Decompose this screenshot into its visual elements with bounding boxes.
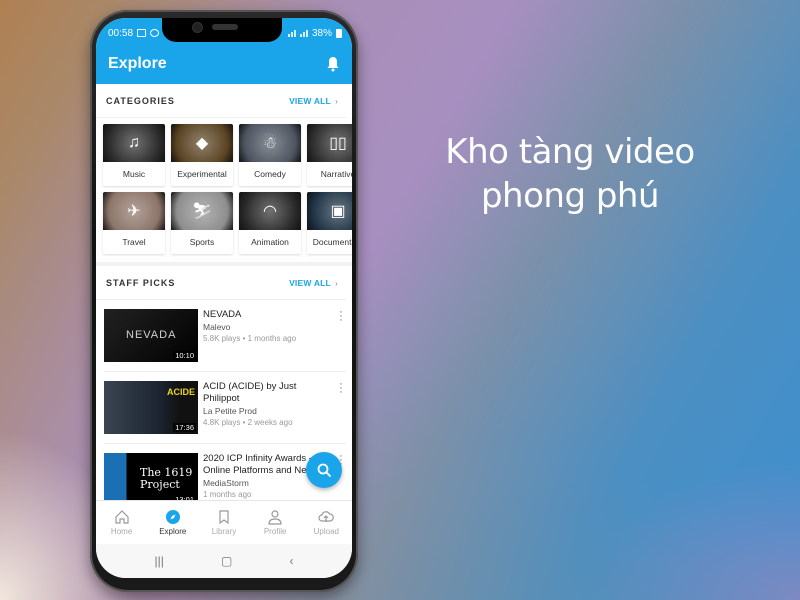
earpiece-icon [212,24,238,30]
bottom-navigation: Home Explore Library Profile Upload [96,500,352,544]
signal-2-icon [299,29,308,37]
category-grid: ♫ Music ◆ Experimental ☃ Comedy ▯▯ Narra… [96,118,352,262]
staff-picks-view-all-link[interactable]: VIEW ALL › [289,278,338,288]
search-fab-button[interactable] [306,452,342,488]
staff-picks-heading: STAFF PICKS [106,277,176,288]
video-author[interactable]: La Petite Prod [203,406,332,416]
nav-tab-home[interactable]: Home [97,509,147,536]
film-camera-icon: ▣ [330,203,346,220]
thumbnail-text: ACIDE [166,387,195,397]
shapes-icon: ◆ [195,135,209,152]
nav-tab-library[interactable]: Library [199,509,249,536]
thumbnail-text: NEVADA [126,329,177,341]
battery-icon [336,28,342,38]
nav-label: Profile [263,527,287,536]
camera-notch [162,18,282,42]
thumbnail-text: The 1619 Project [140,466,193,491]
status-bar: 00:58 38% [96,18,352,48]
upload-icon [318,511,335,522]
video-thumbnail[interactable]: NEVADA 10:10 [104,309,198,362]
profile-icon [268,510,282,525]
video-thumbnail[interactable]: The 1619 Project 13:01 [104,453,198,506]
category-tile[interactable]: ☃ Comedy [239,124,301,186]
video-stats: 1 months ago [203,490,252,499]
category-tile[interactable]: ♫ Music [103,124,165,186]
phone-screen: 00:58 38% Explore CATEGORIES VIEW ALL› [96,18,352,578]
category-tile[interactable]: ▯▯ Narrative [307,124,352,186]
app-notification-icon [150,29,160,37]
nav-label: Home [110,527,133,536]
category-label: Travel [122,237,146,247]
category-label: Documentary [312,237,352,247]
video-thumbnail[interactable]: ACIDE 17:36 [104,381,198,434]
status-time: 00:58 [108,27,134,39]
signal-icon [287,29,296,37]
video-stats: 4.8K plays • 2 weeks ago [203,418,293,427]
explore-icon [165,510,180,524]
video-title[interactable]: NEVADA [203,309,332,321]
category-tile[interactable]: ✈ Travel [103,192,165,254]
categories-heading: CATEGORIES [106,95,175,106]
image-notification-icon [137,29,147,37]
nav-tab-upload[interactable]: Upload [301,509,351,536]
more-options-icon[interactable]: ··· [338,379,344,398]
chevron-right-icon: › [334,277,338,288]
page-title: Explore [108,55,167,72]
categories-section: CATEGORIES VIEW ALL › ♫ Music ◆ Experimen… [96,84,352,262]
home-system-button[interactable]: ▢ [221,554,232,568]
library-icon [219,510,229,525]
category-label: Narrative [320,169,352,179]
category-label: Music [122,169,146,179]
video-author[interactable]: Malevo [203,322,332,332]
airplane-icon: ✈ [127,203,141,220]
category-tile[interactable]: ◆ Experimental [171,124,233,186]
chevron-right-icon: › [334,95,338,106]
nav-label: Explore [159,527,187,536]
animation-icon: ◠ [263,203,277,220]
categories-view-all-link[interactable]: VIEW ALL › [289,96,338,106]
snowboard-icon: ⛷ [191,203,213,220]
slogan-line-2: phong phú [480,176,660,216]
nav-tab-explore[interactable]: Explore [148,509,198,536]
phone-frame: 00:58 38% Explore CATEGORIES VIEW ALL› [90,10,358,592]
more-options-icon[interactable]: ··· [338,307,344,326]
category-label: Sports [189,237,215,247]
category-label: Experimental [177,169,227,179]
notifications-bell-icon[interactable] [326,56,340,72]
slogan-line-1: Kho tàng video [445,132,695,172]
back-button[interactable]: ‹ [289,554,293,568]
video-title[interactable]: ACID (ACIDE) by Just Philippot [203,381,332,405]
music-note-icon: ♫ [128,134,140,151]
promo-slogan: Kho tàng video phong phú [420,130,720,218]
category-label: Comedy [254,169,286,179]
video-duration: 17:36 [173,423,196,432]
category-tile[interactable]: ▣ Documentary [307,192,352,254]
category-tile[interactable]: ◠ Animation [239,192,301,254]
category-label: Animation [251,237,289,247]
category-tile[interactable]: ⛷ Sports [171,192,233,254]
video-stats: 5.8K plays • 1 months ago [203,334,297,343]
search-icon [317,463,331,477]
book-icon: ▯▯ [329,135,347,152]
nav-label: Upload [313,527,340,536]
video-list-item[interactable]: NEVADA 10:10 NEVADA Malevo 5.8K plays • … [104,300,346,372]
system-navigation-bar: ||| ▢ ‹ [96,544,352,578]
jester-icon: ☃ [262,135,278,152]
app-bar: Explore [96,48,352,84]
recent-apps-button[interactable]: ||| [155,554,164,568]
nav-label: Library [211,527,237,536]
explore-content[interactable]: CATEGORIES VIEW ALL › ♫ Music ◆ Experimen… [96,84,352,514]
nav-tab-profile[interactable]: Profile [250,509,300,536]
video-duration: 10:10 [173,351,196,360]
battery-percent: 38% [311,27,332,39]
front-camera-icon [192,22,203,33]
video-list-item[interactable]: ACIDE 17:36 ACID (ACIDE) by Just Philipp… [104,372,346,444]
home-icon [114,510,129,524]
